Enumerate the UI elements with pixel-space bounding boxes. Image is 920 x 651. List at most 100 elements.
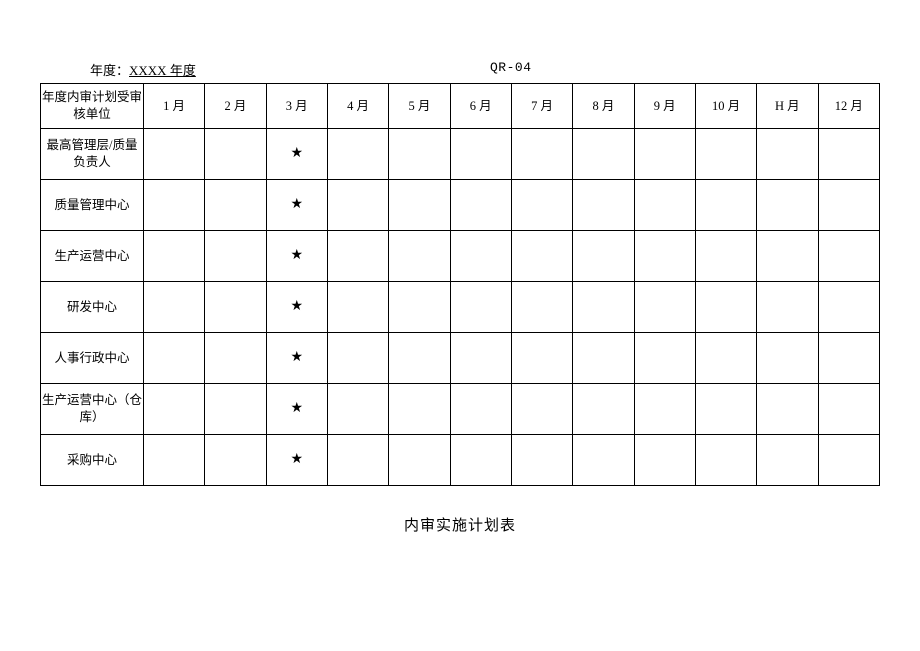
plan-cell [450, 129, 511, 180]
year-label: 年度： [90, 63, 129, 78]
plan-cell [389, 333, 450, 384]
plan-cell [695, 282, 756, 333]
star-icon: ★ [290, 452, 303, 467]
plan-cell [634, 180, 695, 231]
row-label: 人事行政中心 [41, 333, 144, 384]
plan-cell [450, 435, 511, 486]
row-label: 质量管理中心 [41, 180, 144, 231]
plan-cell [634, 435, 695, 486]
plan-cell [818, 129, 879, 180]
row-label: 采购中心 [41, 435, 144, 486]
table-header-row: 年度内审计划受审核单位 1 月 2 月 3 月 4 月 5 月 6 月 7 月 … [41, 84, 880, 129]
plan-cell [327, 435, 388, 486]
plan-cell [757, 333, 818, 384]
plan-cell [389, 435, 450, 486]
plan-cell [450, 231, 511, 282]
month-header: 12 月 [818, 84, 879, 129]
plan-cell [695, 333, 756, 384]
table-row: 研发中心 ★ [41, 282, 880, 333]
meta-row: 年度：XXXX 年度 QR-04 [40, 60, 880, 79]
table-row: 质量管理中心 ★ [41, 180, 880, 231]
plan-cell [573, 231, 634, 282]
meta-code: QR-04 [490, 60, 532, 79]
plan-cell [450, 384, 511, 435]
plan-cell [757, 435, 818, 486]
plan-cell [205, 180, 266, 231]
plan-cell [143, 333, 204, 384]
table-row: 生产运营中心（仓库）★ [41, 384, 880, 435]
month-header: 4 月 [327, 84, 388, 129]
plan-cell [143, 129, 204, 180]
plan-cell [389, 129, 450, 180]
plan-cell [818, 180, 879, 231]
plan-table: 年度内审计划受审核单位 1 月 2 月 3 月 4 月 5 月 6 月 7 月 … [40, 83, 880, 486]
plan-cell [818, 384, 879, 435]
plan-cell: ★ [266, 384, 327, 435]
plan-cell [757, 231, 818, 282]
plan-cell [634, 129, 695, 180]
plan-cell [511, 384, 572, 435]
table-row: 人事行政中心 ★ [41, 333, 880, 384]
plan-cell [634, 282, 695, 333]
corner-header: 年度内审计划受审核单位 [41, 84, 144, 129]
plan-cell: ★ [266, 180, 327, 231]
plan-cell [389, 282, 450, 333]
month-header: 8 月 [573, 84, 634, 129]
plan-cell [327, 180, 388, 231]
plan-cell [450, 180, 511, 231]
plan-cell [450, 333, 511, 384]
plan-cell [634, 333, 695, 384]
row-label: 生产运营中心 [41, 231, 144, 282]
plan-cell [327, 282, 388, 333]
plan-cell [205, 384, 266, 435]
month-header: 1 月 [143, 84, 204, 129]
plan-cell [205, 333, 266, 384]
plan-cell: ★ [266, 129, 327, 180]
month-header: 9 月 [634, 84, 695, 129]
month-header: 6 月 [450, 84, 511, 129]
plan-cell [818, 435, 879, 486]
plan-cell [511, 333, 572, 384]
plan-cell [573, 129, 634, 180]
plan-cell [389, 384, 450, 435]
plan-cell [573, 180, 634, 231]
plan-cell: ★ [266, 333, 327, 384]
plan-cell [757, 129, 818, 180]
table-row: 最高管理层/质量负责人★ [41, 129, 880, 180]
star-icon: ★ [290, 197, 303, 212]
plan-cell [573, 333, 634, 384]
plan-cell [757, 180, 818, 231]
plan-cell [205, 435, 266, 486]
plan-cell [327, 333, 388, 384]
plan-cell [695, 384, 756, 435]
plan-cell [143, 282, 204, 333]
year-value: XXXX 年度 [129, 63, 196, 78]
plan-cell [450, 282, 511, 333]
plan-cell [573, 435, 634, 486]
table-body: 最高管理层/质量负责人★质量管理中心★生产运营中心★研发中心★人事行政中心★生产… [41, 129, 880, 486]
plan-cell [389, 231, 450, 282]
plan-cell [143, 435, 204, 486]
plan-cell [389, 180, 450, 231]
plan-cell [695, 180, 756, 231]
plan-cell [143, 180, 204, 231]
plan-cell [327, 384, 388, 435]
star-icon: ★ [290, 350, 303, 365]
plan-cell [818, 333, 879, 384]
meta-year: 年度：XXXX 年度 [90, 60, 490, 79]
plan-cell [634, 231, 695, 282]
plan-cell [757, 282, 818, 333]
plan-cell [511, 231, 572, 282]
footer-title: 内审实施计划表 [40, 514, 880, 535]
plan-cell: ★ [266, 282, 327, 333]
plan-cell [818, 231, 879, 282]
row-label: 研发中心 [41, 282, 144, 333]
plan-cell [757, 384, 818, 435]
plan-cell [511, 282, 572, 333]
plan-cell [573, 384, 634, 435]
plan-cell [634, 384, 695, 435]
plan-cell [695, 129, 756, 180]
month-header: 10 月 [695, 84, 756, 129]
plan-cell [205, 282, 266, 333]
star-icon: ★ [290, 401, 303, 416]
